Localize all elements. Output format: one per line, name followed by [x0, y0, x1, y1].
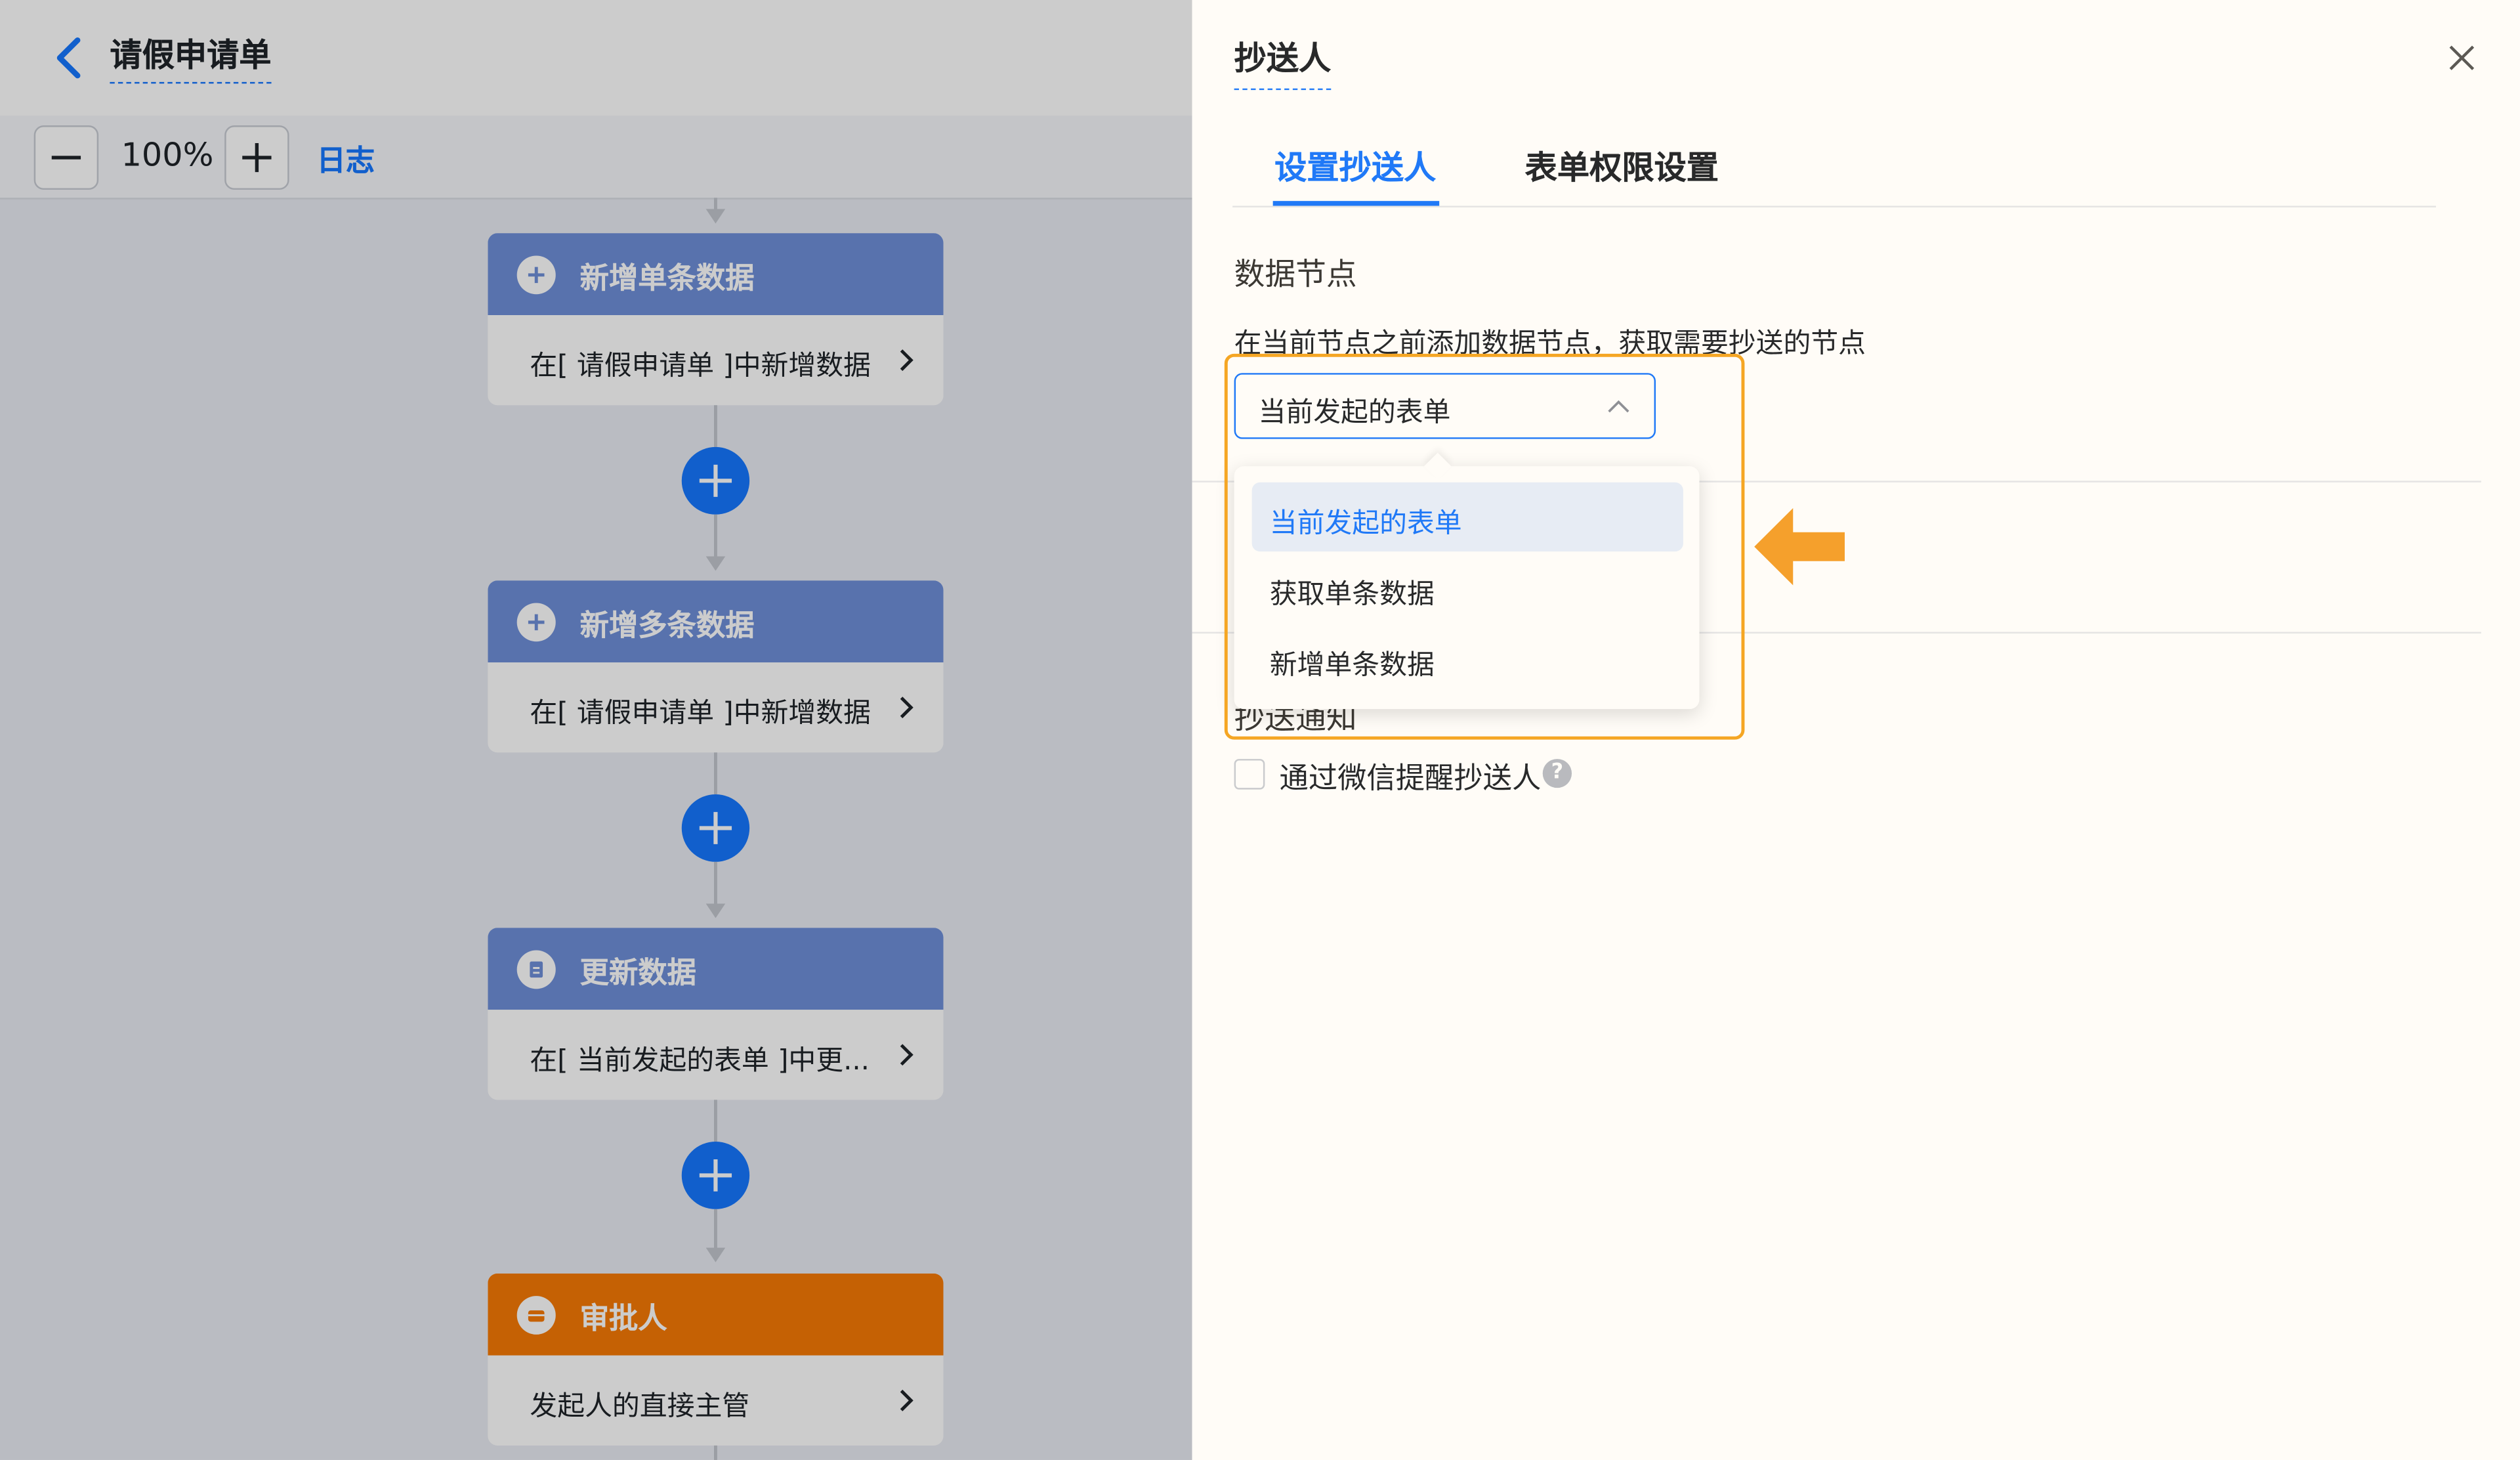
modal-overlay[interactable]: [0, 0, 1192, 1460]
help-icon[interactable]: ?: [1542, 759, 1572, 788]
tab-form-permissions[interactable]: 表单权限设置: [1525, 142, 1719, 188]
data-node-label: 数据节点: [1234, 257, 1357, 293]
close-icon: [2449, 45, 2475, 70]
highlight-frame: [1224, 353, 1745, 740]
tab-set-cc[interactable]: 设置抄送人: [1274, 142, 1436, 188]
drawer-tabs: 设置抄送人 表单权限设置: [1232, 129, 2436, 207]
wechat-notify-checkbox[interactable]: [1234, 759, 1265, 790]
cc-settings-drawer: 抄送人 设置抄送人 表单权限设置 数据节点 在当前节点之前添加数据节点，获取需要…: [1192, 0, 2520, 1460]
flow-canvas: 请假申请单 100% 日志 新增单条数据 在[ 请假申请单 ]中新增数据 新增多…: [0, 0, 1192, 1460]
arrow-left-icon: [1754, 507, 1845, 586]
drawer-title: 抄送人: [1234, 32, 1332, 91]
close-button[interactable]: [2446, 42, 2478, 74]
wechat-notify-label[interactable]: 通过微信提醒抄送人: [1280, 756, 1542, 798]
active-tab-indicator: [1272, 201, 1440, 206]
